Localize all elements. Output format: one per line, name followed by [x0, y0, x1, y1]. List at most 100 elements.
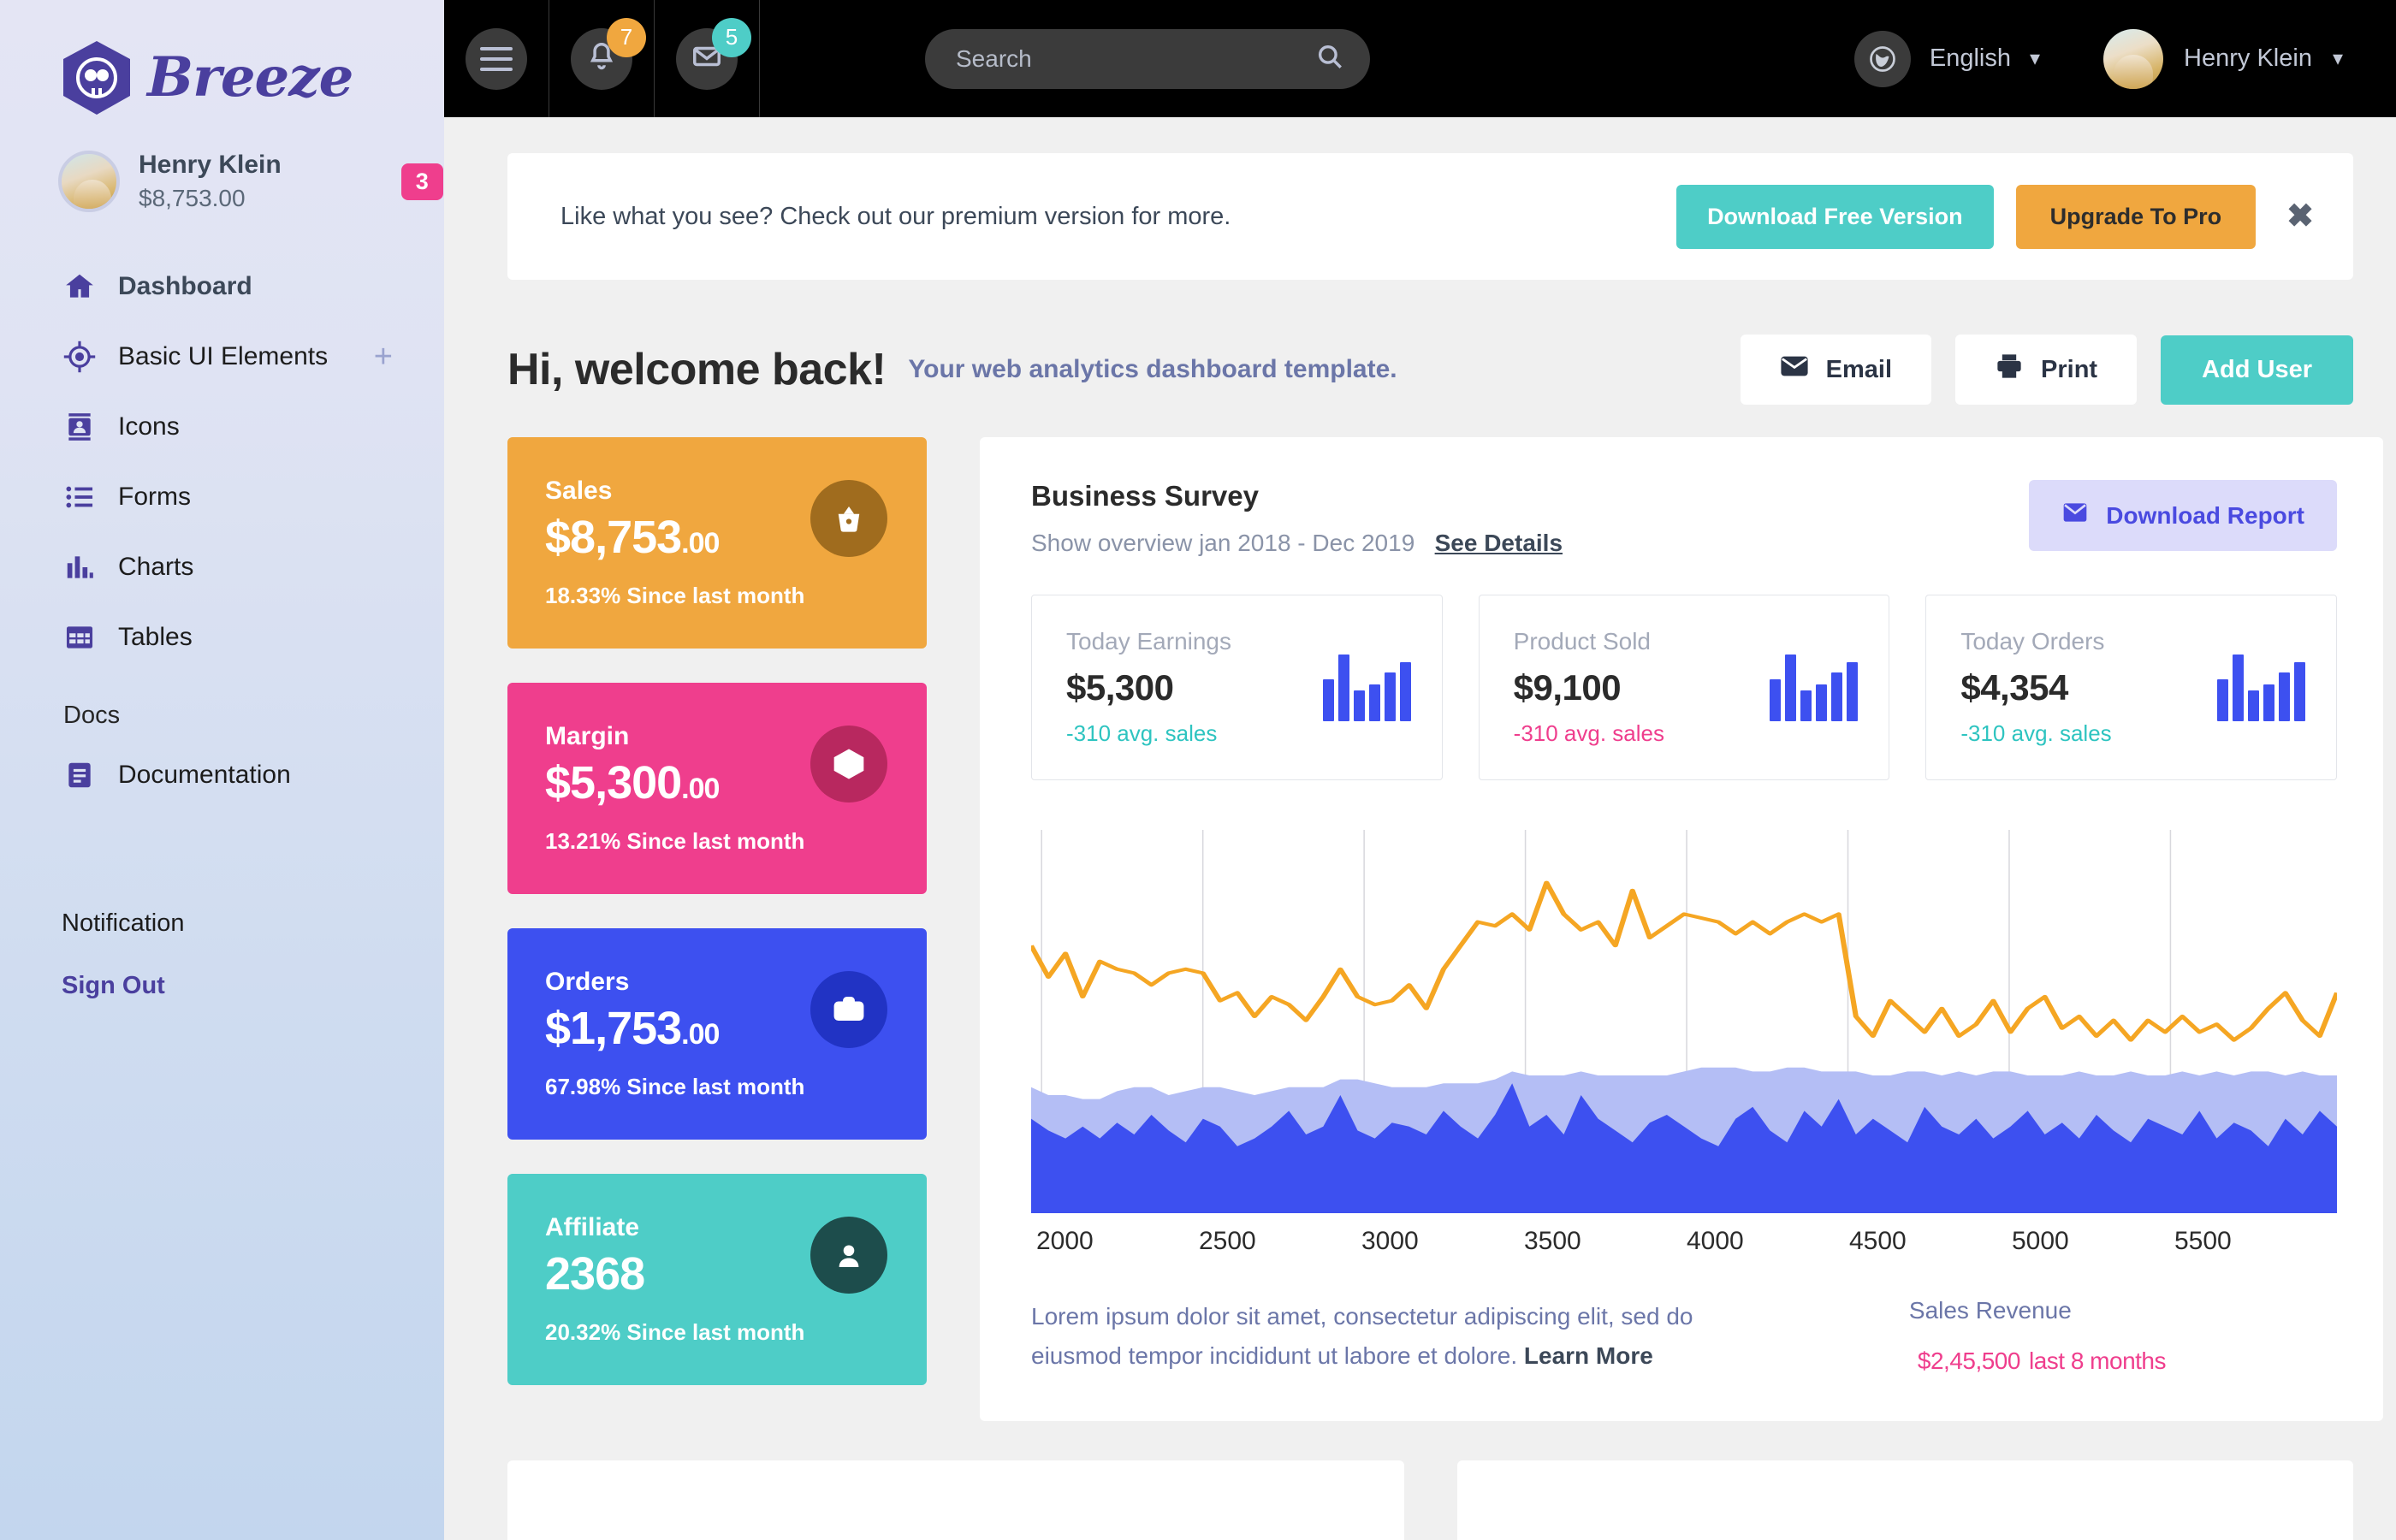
welcome-header: Hi, welcome back! Your web analytics das…: [507, 280, 2353, 437]
sidebar-item-basic-ui-elements[interactable]: Basic UI Elements +: [0, 322, 444, 392]
see-details-link[interactable]: See Details: [1435, 530, 1563, 556]
contact-card-icon: [63, 411, 96, 443]
avatar: [58, 151, 120, 212]
area-line-chart: [1031, 830, 2337, 1213]
sparkline-chart: [1322, 654, 1411, 721]
upgrade-to-pro-button[interactable]: Upgrade To Pro: [2015, 184, 2257, 249]
search-box[interactable]: [925, 28, 1370, 89]
sidebar-item-sign-out[interactable]: Sign Out: [0, 955, 444, 1017]
page-title: Hi, welcome back!: [507, 345, 887, 394]
learn-more-link[interactable]: Learn More: [1524, 1342, 1653, 1369]
chevron-down-icon: ▾: [2332, 46, 2343, 70]
metric-value: $9,100: [1513, 667, 1622, 708]
sparkline-chart: [2217, 654, 2306, 721]
metric-box-today-orders: Today Orders $4,354 -310 avg. sales: [1925, 595, 2338, 780]
metric-box-product-sold: Product Sold $9,100 -310 avg. sales: [1478, 595, 1890, 780]
survey-footer: Lorem ipsum dolor sit amet, consectetur …: [1031, 1297, 2337, 1377]
metric-delta: -310 avg. sales: [1960, 720, 2112, 746]
language-selector[interactable]: English ▾: [1853, 30, 2041, 87]
sidebar-item-label: Dashboard: [118, 272, 252, 300]
stat-delta: 13.21% Since last month: [545, 828, 805, 855]
sidebar-item-dashboard[interactable]: Dashboard: [0, 252, 444, 322]
chevron-down-icon: ▾: [2030, 46, 2041, 70]
brand-name: Breeze: [147, 45, 353, 110]
bottom-card-left: [507, 1460, 1404, 1540]
sidebar-item-label: Charts: [118, 553, 194, 581]
notifications-button[interactable]: 7: [549, 0, 655, 117]
user-menu[interactable]: Henry Klein ▾: [2103, 28, 2343, 89]
globe-icon: [1853, 30, 1911, 87]
profile-amount: $8,753.00: [139, 185, 246, 211]
stat-card-sales[interactable]: Sales $8,753.00 18.33% Since last month: [507, 437, 927, 649]
hamburger-icon: [466, 27, 527, 90]
sidebar-section-docs: Docs: [63, 702, 121, 729]
sidebar-item-icons[interactable]: Icons: [0, 392, 444, 462]
survey-chart: 2000 2500 3000 3500 4000 4500 5000 5500: [1031, 820, 2337, 1255]
survey-header: Business Survey Show overview jan 2018 -…: [1031, 480, 2337, 557]
chart-x-tick: 3000: [1361, 1227, 1419, 1255]
metric-delta: -310 avg. sales: [1066, 720, 1218, 746]
briefcase-icon: [810, 971, 887, 1048]
home-icon: [63, 270, 96, 303]
sidebar-profile[interactable]: Henry Klein $8,753.00 3: [0, 115, 444, 212]
page-actions: Email Print Add User: [1740, 335, 2353, 405]
box-icon: [810, 726, 887, 803]
stat-cents: .00: [681, 527, 720, 560]
chart-x-axis: 2000 2500 3000 3500 4000 4500 5000 5500: [1031, 1227, 2337, 1256]
sparkline-chart: [1770, 654, 1859, 721]
email-button[interactable]: Email: [1740, 335, 1932, 405]
sidebar-item-notification[interactable]: Notification: [0, 892, 444, 955]
sidebar-item-forms[interactable]: Forms: [0, 462, 444, 532]
revenue-label: Sales Revenue: [1908, 1297, 2072, 1324]
search-icon[interactable]: [1315, 42, 1344, 75]
bottom-card-right: [1456, 1460, 2353, 1540]
search-container: [925, 28, 1370, 89]
print-button-label: Print: [2041, 355, 2098, 383]
document-icon: [63, 759, 96, 791]
avatar: [2103, 28, 2164, 89]
sidebar-item-label: Tables: [118, 623, 193, 651]
stat-card-margin[interactable]: Margin $5,300.00 13.21% Since last month: [507, 683, 927, 894]
language-label: English: [1929, 44, 2011, 72]
stat-card-affiliate[interactable]: Affiliate 2368 20.32% Since last month: [507, 1174, 927, 1385]
bottom-cards-row: [507, 1460, 2353, 1540]
app-root: Breeze Henry Klein $8,753.00 3 Dashboard: [0, 0, 2396, 1540]
download-report-button[interactable]: Download Report: [2029, 480, 2337, 551]
revenue-period: last 8 months: [2028, 1348, 2167, 1374]
stat-card-orders[interactable]: Orders $1,753.00 67.98% Since last month: [507, 928, 927, 1140]
metric-value: $5,300: [1066, 667, 1174, 708]
chart-x-tick: 5500: [2174, 1227, 2232, 1255]
brand-logo[interactable]: Breeze: [0, 0, 444, 115]
stat-value: $1,753: [545, 1003, 682, 1054]
sidebar-item-label: Documentation: [118, 761, 291, 789]
promo-actions: Download Free Version Upgrade To Pro ✖: [1676, 184, 2314, 249]
content-area: Like what you see? Check out our premium…: [444, 117, 2396, 1540]
add-user-button[interactable]: Add User: [2161, 335, 2353, 405]
user-circle-icon: [810, 1217, 887, 1294]
mail-download-icon: [2061, 500, 2089, 530]
chart-line-trend: [1031, 880, 2337, 1042]
stat-delta: 18.33% Since last month: [545, 583, 805, 609]
menu-toggle-button[interactable]: [444, 0, 549, 117]
chart-x-tick: 5000: [2012, 1227, 2069, 1255]
metric-box-today-earnings: Today Earnings $5,300 -310 avg. sales: [1031, 595, 1443, 780]
sidebar-item-tables[interactable]: Tables: [0, 602, 444, 672]
promo-text: Like what you see? Check out our premium…: [560, 202, 1231, 230]
sidebar-item-documentation[interactable]: Documentation: [0, 740, 444, 810]
chart-x-tick: 2000: [1036, 1227, 1094, 1255]
breeze-logo-icon: [63, 41, 130, 115]
search-input[interactable]: [956, 44, 1307, 73]
sidebar: Breeze Henry Klein $8,753.00 3 Dashboard: [0, 0, 444, 1540]
print-button[interactable]: Print: [1955, 335, 2138, 405]
sidebar-item-charts[interactable]: Charts: [0, 532, 444, 602]
stat-cents: .00: [681, 773, 720, 805]
expand-plus-icon[interactable]: +: [374, 341, 393, 373]
chart-x-tick: 3500: [1524, 1227, 1581, 1255]
metric-value: $4,354: [1960, 667, 2068, 708]
messages-button[interactable]: 5: [655, 0, 760, 117]
business-survey-card: Business Survey Show overview jan 2018 -…: [980, 437, 2383, 1421]
top-navbar: 7 5 Search English ▾ Henry Klein ▾: [444, 0, 2396, 117]
close-icon[interactable]: ✖: [2278, 200, 2314, 233]
promo-banner: Like what you see? Check out our premium…: [507, 153, 2353, 280]
download-free-version-button[interactable]: Download Free Version: [1676, 184, 1994, 249]
